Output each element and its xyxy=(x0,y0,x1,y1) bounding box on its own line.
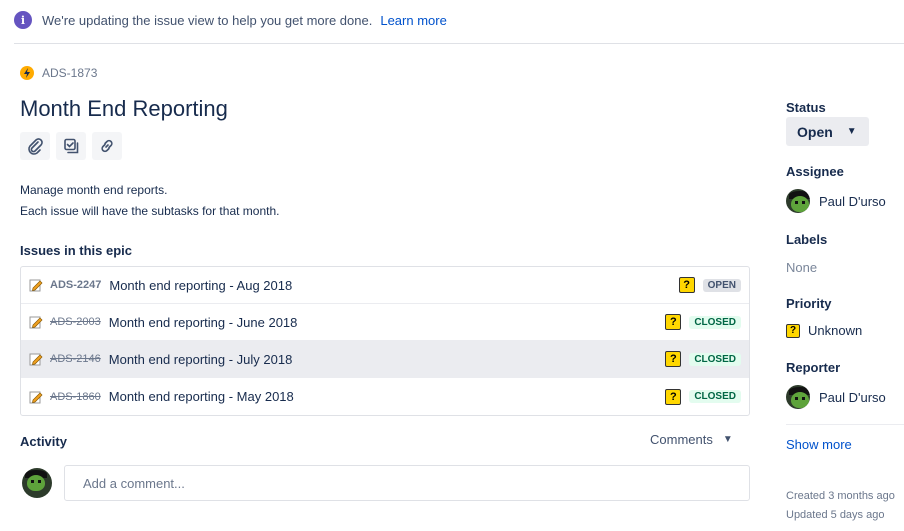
priority-label: Priority xyxy=(786,296,832,311)
epic-issue-row[interactable]: ADS-2247 Month end reporting - Aug 2018 … xyxy=(21,267,749,304)
assignee-label: Assignee xyxy=(786,164,844,179)
assignee-name: Paul D'urso xyxy=(819,193,886,209)
issue-summary[interactable]: Month end reporting - July 2018 xyxy=(109,352,666,367)
status-lozenge: OPEN xyxy=(702,278,741,292)
comment-input[interactable]: Add a comment... xyxy=(64,465,750,501)
issue-key[interactable]: ADS-2247 xyxy=(50,279,101,291)
issue-description[interactable]: Manage month end reports. Each issue wil… xyxy=(20,180,279,222)
labels-value[interactable]: None xyxy=(786,260,817,275)
learn-more-link[interactable]: Learn more xyxy=(380,13,446,28)
epic-icon xyxy=(20,66,34,80)
sidebar-divider xyxy=(786,424,904,425)
status-label: Status xyxy=(786,100,826,115)
priority-unknown-icon: ? xyxy=(786,323,800,338)
issue-key[interactable]: ADS-1860 xyxy=(50,391,101,403)
priority-field[interactable]: ? Unknown xyxy=(786,323,862,338)
avatar xyxy=(22,468,52,498)
description-line: Each issue will have the subtasks for th… xyxy=(20,204,280,218)
banner-divider xyxy=(14,43,904,44)
link-icon xyxy=(101,139,113,153)
banner-message: We're updating the issue view to help yo… xyxy=(42,12,373,28)
status-dropdown[interactable]: Open ▼ xyxy=(786,117,869,146)
epic-issue-row[interactable]: ADS-2003 Month end reporting - June 2018… xyxy=(21,304,749,341)
attach-button[interactable] xyxy=(20,132,50,160)
updated-timestamp: Updated 5 days ago xyxy=(786,509,885,521)
avatar xyxy=(786,189,810,213)
edit-icon xyxy=(29,391,43,403)
subtask-icon xyxy=(64,138,79,154)
breadcrumb: ADS-1873 xyxy=(20,66,97,80)
info-banner: i We're updating the issue view to help … xyxy=(0,0,904,40)
reporter-name: Paul D'urso xyxy=(819,389,886,405)
priority-value: Unknown xyxy=(808,323,863,338)
link-issue-button[interactable] xyxy=(92,132,122,160)
activity-heading: Activity xyxy=(20,434,67,449)
activity-filter-dropdown[interactable]: Comments ▼ xyxy=(650,432,733,447)
assignee-field[interactable]: Paul D'urso xyxy=(786,189,886,213)
created-timestamp: Created 3 months ago xyxy=(786,490,895,502)
priority-unknown-icon: ? xyxy=(665,351,682,367)
chevron-down-icon: ▼ xyxy=(846,126,857,137)
description-line: Manage month end reports. xyxy=(20,183,168,197)
activity-filter-label: Comments xyxy=(650,432,713,447)
issue-key[interactable]: ADS-2146 xyxy=(50,353,101,365)
issue-summary[interactable]: Month end reporting - Aug 2018 xyxy=(109,278,678,293)
reporter-field[interactable]: Paul D'urso xyxy=(786,385,886,409)
create-subtask-button[interactable] xyxy=(56,132,86,160)
issue-summary[interactable]: Month end reporting - June 2018 xyxy=(109,315,666,330)
epic-issues-heading: Issues in this epic xyxy=(20,243,132,258)
chevron-down-icon: ▼ xyxy=(722,434,733,445)
issue-title[interactable]: Month End Reporting xyxy=(20,96,228,122)
labels-label: Labels xyxy=(786,232,828,247)
status-lozenge: CLOSED xyxy=(689,315,741,329)
show-more-link[interactable]: Show more xyxy=(786,437,852,452)
edit-icon xyxy=(29,353,43,366)
edit-icon xyxy=(29,316,43,329)
epic-issue-list: ADS-2247 Month end reporting - Aug 2018 … xyxy=(20,266,750,416)
issue-key[interactable]: ADS-2003 xyxy=(50,316,101,328)
priority-unknown-icon: ? xyxy=(665,388,682,405)
status-value: Open xyxy=(797,123,833,140)
status-lozenge: CLOSED xyxy=(689,352,741,366)
priority-unknown-icon: ? xyxy=(678,277,695,293)
reporter-label: Reporter xyxy=(786,360,841,375)
issue-key-link[interactable]: ADS-1873 xyxy=(42,66,97,80)
edit-icon xyxy=(29,279,43,292)
info-icon: i xyxy=(14,11,32,29)
avatar xyxy=(786,385,810,409)
status-lozenge: CLOSED xyxy=(689,390,741,403)
epic-issue-row[interactable]: ADS-1860 Month end reporting - May 2018 … xyxy=(21,378,749,415)
paperclip-icon xyxy=(28,138,43,155)
priority-unknown-icon: ? xyxy=(665,314,682,330)
issue-summary[interactable]: Month end reporting - May 2018 xyxy=(109,389,666,404)
issue-toolbar xyxy=(20,132,122,160)
epic-issue-row[interactable]: ADS-2146 Month end reporting - July 2018… xyxy=(21,341,749,378)
